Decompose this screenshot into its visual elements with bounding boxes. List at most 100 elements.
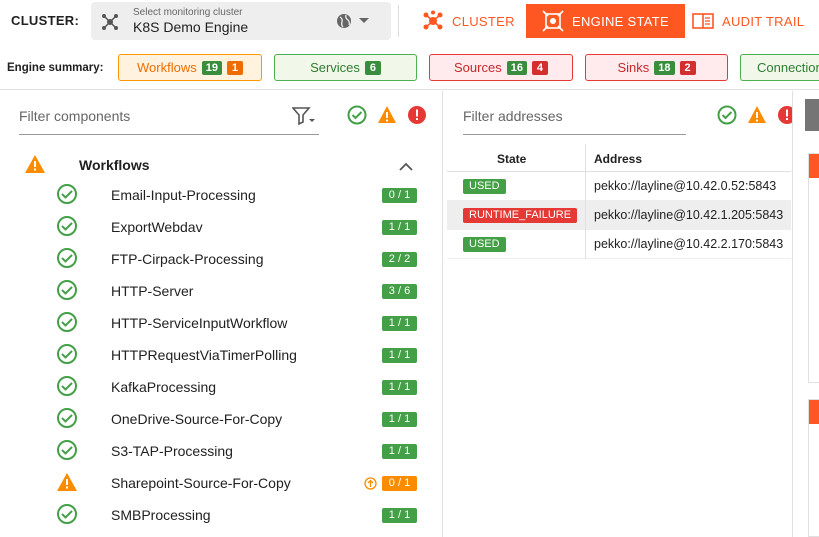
chip-count-ok: 16	[506, 60, 527, 75]
detail-card	[808, 399, 819, 537]
cluster-select-hint: Select monitoring cluster	[133, 7, 243, 18]
check-circle-icon	[56, 343, 78, 370]
addresses-table-header: State Address	[447, 144, 791, 172]
warning-icon[interactable]	[747, 105, 767, 130]
check-circle-icon[interactable]	[717, 105, 737, 130]
column-divider	[585, 172, 586, 201]
cluster-label: CLUSTER:	[11, 13, 80, 28]
column-header-address[interactable]: Address	[594, 152, 642, 166]
address-row[interactable]: USED pekko://layline@10.42.0.52:5843	[447, 172, 791, 201]
summary-chip-services[interactable]: Services 6	[274, 54, 417, 81]
check-circle-icon	[56, 375, 78, 402]
nav-audit-trail-button[interactable]: AUDIT TRAIL	[692, 4, 804, 38]
workflow-name: HTTP-ServiceInputWorkflow	[111, 315, 288, 331]
hub-icon	[423, 10, 443, 30]
workflow-name: Email-Input-Processing	[111, 187, 256, 203]
chip-label: Sources	[454, 60, 502, 75]
chip-count-ok: 18	[654, 60, 675, 75]
error-icon[interactable]	[407, 105, 427, 130]
audit-book-icon	[692, 13, 714, 29]
filter-components-input[interactable]: Filter components	[19, 105, 319, 135]
workflow-count-badge: 3 / 6	[382, 284, 417, 299]
address-row[interactable]: USED pekko://layline@10.42.2.170:5843	[447, 230, 791, 259]
workflow-count-badge: 1 / 1	[382, 508, 417, 523]
nav-audit-trail-label: AUDIT TRAIL	[722, 13, 805, 29]
chip-label: Connection	[757, 60, 819, 75]
check-circle-icon	[56, 247, 78, 274]
warning-icon	[56, 471, 78, 498]
workflow-name: S3-TAP-Processing	[111, 443, 233, 459]
detail-card	[808, 153, 819, 383]
chip-count-ok: 19	[201, 60, 222, 75]
chip-count-error: 2	[679, 60, 696, 75]
top-bar: CLUSTER: Select monitoring cluster K8S D…	[0, 0, 819, 42]
workflow-row[interactable]: Sharepoint-Source-For-Copy 0 / 1	[0, 468, 443, 500]
workflow-row[interactable]: SMBProcessing 1 / 1	[0, 500, 443, 532]
summary-chip-workflows[interactable]: Workflows 19 1	[118, 54, 262, 81]
workflow-count-badge: 1 / 1	[382, 444, 417, 459]
check-circle-icon	[56, 439, 78, 466]
check-circle-icon	[56, 215, 78, 242]
workflow-name: Sharepoint-Source-For-Copy	[111, 475, 291, 491]
nav-engine-state-button[interactable]: ENGINE STATE	[526, 4, 686, 38]
chip-label: Workflows	[137, 60, 197, 75]
state-badge: USED	[463, 179, 506, 194]
workflow-count-badge: 1 / 1	[382, 348, 417, 363]
workflow-count-badge: 1 / 1	[382, 316, 417, 331]
workflows-group-header[interactable]: Workflows	[0, 151, 443, 181]
filter-addresses-input[interactable]: Filter addresses	[463, 105, 686, 135]
check-circle-icon	[56, 279, 78, 306]
workflow-name: ExportWebdav	[111, 219, 203, 235]
summary-chip-connections[interactable]: Connection	[740, 54, 819, 81]
column-divider	[585, 230, 586, 259]
workflow-row[interactable]: Email-Input-Processing 0 / 1	[0, 180, 443, 212]
check-circle-icon	[56, 311, 78, 338]
column-header-state[interactable]: State	[497, 152, 526, 166]
nav-engine-state-label: ENGINE STATE	[572, 13, 670, 29]
cluster-select[interactable]: Select monitoring cluster K8S Demo Engin…	[91, 2, 391, 40]
nav-cluster-button[interactable]: CLUSTER	[422, 4, 515, 38]
workflow-row[interactable]: ExportWebdav 1 / 1	[0, 212, 443, 244]
workflow-row[interactable]: S3-TAP-Processing 1 / 1	[0, 436, 443, 468]
workflow-name: OneDrive-Source-For-Copy	[111, 411, 283, 427]
workflow-count-badge: 0 / 1	[382, 188, 417, 203]
workflow-count-badge: 1 / 1	[382, 220, 417, 235]
workflow-row[interactable]: HTTP-Server 3 / 6	[0, 276, 443, 308]
engine-summary: Engine summary: Workflows 19 1 Services …	[0, 44, 819, 90]
chip-label: Services	[310, 60, 360, 75]
state-badge: RUNTIME_FAILURE	[463, 208, 578, 223]
collapse-button[interactable]	[805, 99, 819, 131]
workflow-row[interactable]: KafkaProcessing 1 / 1	[0, 372, 443, 404]
address-value: pekko://layline@10.42.2.170:5843	[594, 237, 784, 251]
check-circle-icon[interactable]	[347, 105, 367, 130]
addresses-pane: Filter addresses State Address USED pekk…	[444, 91, 796, 537]
chevron-up-icon[interactable]	[399, 159, 413, 177]
warning-icon[interactable]	[377, 105, 397, 130]
chip-count-ok: 6	[364, 60, 381, 75]
workflow-count-badge: 1 / 1	[382, 380, 417, 395]
workflow-count-badge: 2 / 2	[382, 252, 417, 267]
summary-chip-sources[interactable]: Sources 16 4	[429, 54, 573, 81]
workflow-name: HTTPRequestViaTimerPolling	[111, 347, 297, 363]
chip-label: Sinks	[617, 60, 650, 75]
workflow-row[interactable]: HTTPRequestViaTimerPolling 1 / 1	[0, 340, 443, 372]
workflow-name: HTTP-Server	[111, 283, 194, 299]
workflow-row[interactable]: HTTP-ServiceInputWorkflow 1 / 1	[0, 308, 443, 340]
workflow-name: KafkaProcessing	[111, 379, 217, 395]
components-pane: Filter components Workflows Email-Input-…	[0, 91, 443, 537]
summary-chip-sinks[interactable]: Sinks 18 2	[585, 54, 728, 81]
check-circle-icon	[56, 407, 78, 434]
details-pane	[792, 91, 819, 537]
workflows-group-title: Workflows	[79, 157, 150, 173]
workflow-name: SMBProcessing	[111, 507, 211, 523]
check-circle-icon	[56, 183, 78, 210]
workflow-row[interactable]: FTP-Cirpack-Processing 2 / 2	[0, 244, 443, 276]
arrow-up-circle-icon	[364, 477, 377, 495]
warning-icon	[24, 154, 46, 179]
workflow-row[interactable]: OneDrive-Source-For-Copy 1 / 1	[0, 404, 443, 436]
state-badge: USED	[463, 237, 506, 252]
address-row[interactable]: RUNTIME_FAILURE pekko://layline@10.42.1.…	[447, 201, 791, 230]
check-circle-icon	[56, 503, 78, 530]
engine-summary-label: Engine summary:	[7, 62, 104, 74]
filter-icon[interactable]	[291, 106, 316, 131]
